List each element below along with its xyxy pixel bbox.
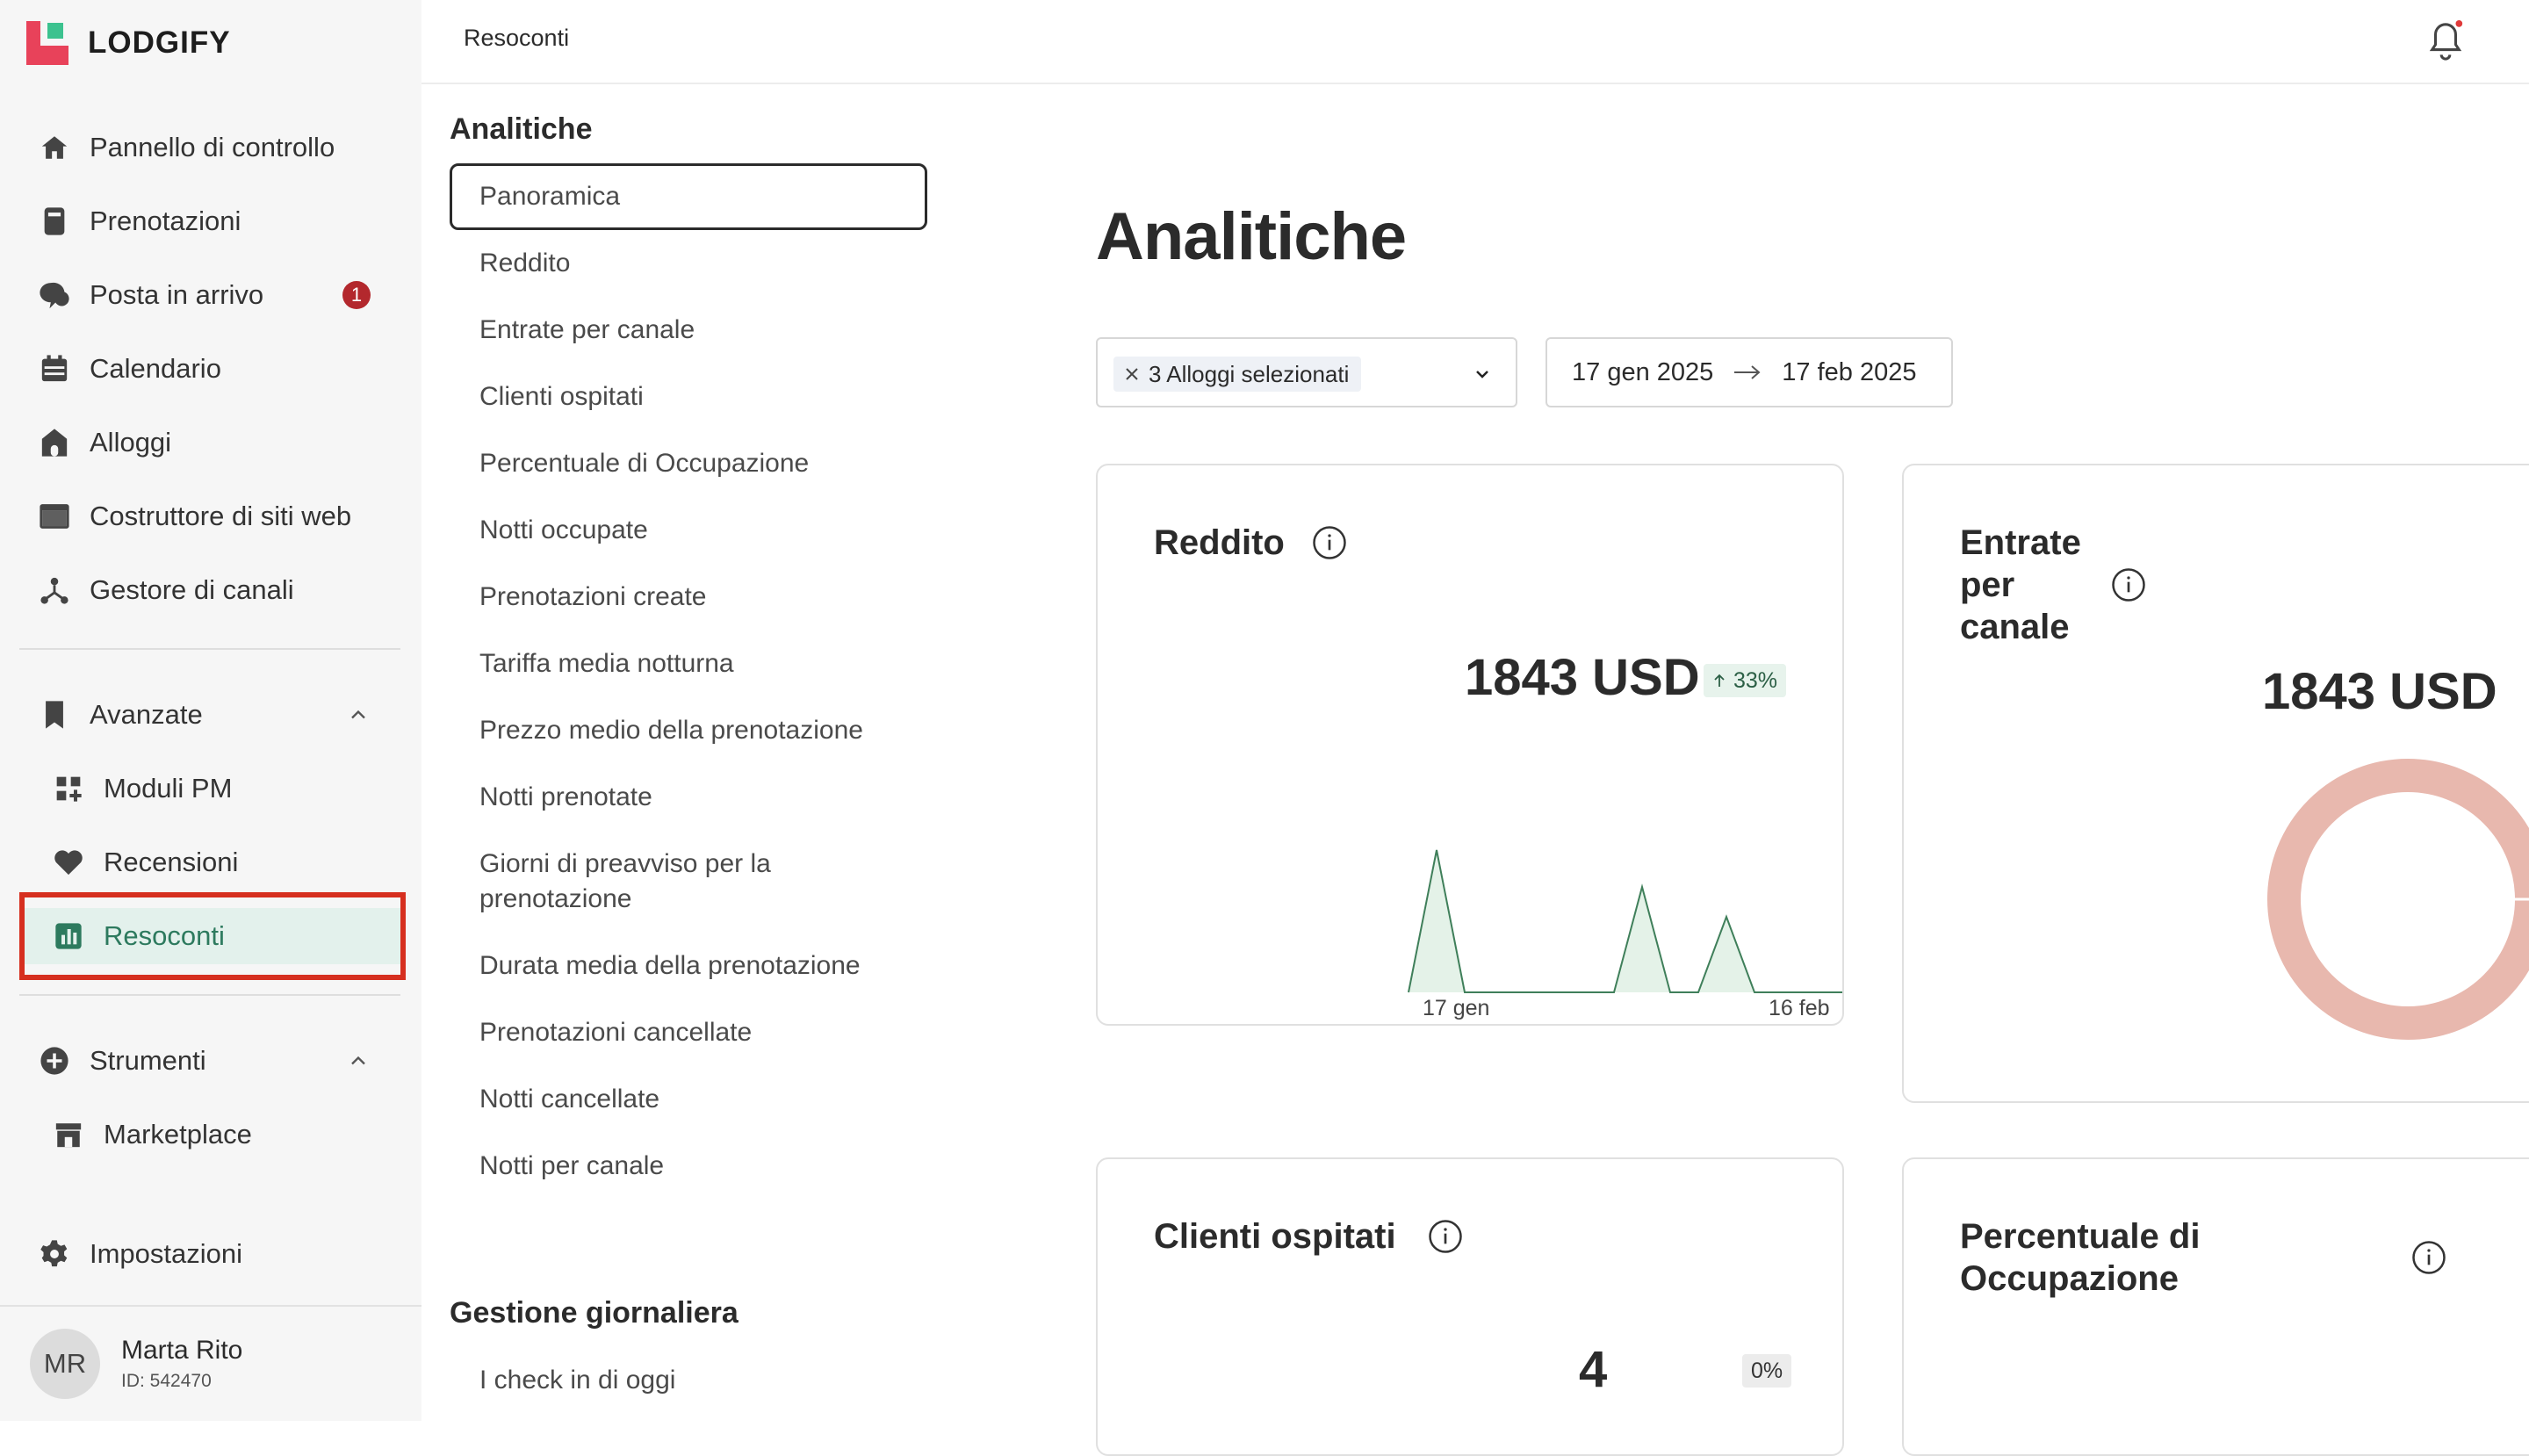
subnav-item-nights-booked[interactable]: Notti prenotate (479, 780, 971, 815)
network-icon (39, 574, 70, 606)
subnav-item-lead-time[interactable]: Giorni di preavviso per la prenotazione (479, 847, 813, 917)
subnav-item-nights-by-channel[interactable]: Notti per canale (479, 1149, 971, 1184)
sidebar-item-label: Posta in arrivo (90, 279, 264, 310)
sidebar-item-label: Moduli PM (104, 773, 233, 804)
channel-donut-chart (2267, 759, 2529, 1040)
property-filter-select[interactable]: 3 Alloggi selezionati (1096, 337, 1517, 407)
card-title: Percentuale di Occupazione (1960, 1217, 2201, 1298)
subnav-item-bookings-created[interactable]: Prenotazioni create (479, 580, 971, 615)
sidebar-item-label: Pannello di controllo (90, 132, 335, 162)
sidebar-item-label: Gestore di canali (90, 574, 294, 605)
channel-revenue-card[interactable]: Entrate per canale 1843 USD (1902, 464, 2529, 1103)
chevron-up-icon (351, 1056, 365, 1065)
revenue-sparkline (1408, 849, 1842, 993)
top-bar: Resoconti (422, 0, 2529, 84)
sidebar-item-label: Recensioni (104, 847, 239, 877)
subnav-item-cancelled-bookings[interactable]: Prenotazioni cancellate (479, 1015, 971, 1050)
subnav-item-occupied-nights[interactable]: Notti occupate (479, 513, 971, 548)
store-icon (53, 1119, 84, 1150)
browser-icon (39, 501, 70, 532)
breadcrumb: Resoconti (464, 25, 570, 51)
house-icon (39, 427, 70, 458)
sidebar-item-website-builder[interactable]: Costruttore di siti web (19, 488, 402, 544)
subnav-item-avg-stay[interactable]: Durata media della prenotazione (479, 948, 971, 984)
sidebar-item-channel-manager[interactable]: Gestore di canali (19, 562, 402, 618)
subnav-section-title: Gestione giornaliera (450, 1296, 739, 1330)
gear-icon (39, 1238, 70, 1270)
sidebar-item-bookings[interactable]: Prenotazioni (19, 193, 402, 249)
book-icon (39, 205, 70, 237)
sidebar-item-label: Impostazioni (90, 1238, 243, 1269)
sidebar-item-label: Alloggi (90, 427, 172, 458)
arrow-right-icon (1734, 365, 1761, 379)
home-icon (39, 132, 70, 163)
chevron-up-icon (351, 710, 365, 719)
date-start: 17 gen 2025 (1572, 357, 1714, 386)
sidebar-item-label: Calendario (90, 353, 221, 384)
close-icon[interactable] (1124, 366, 1140, 382)
sidebar-divider (19, 648, 400, 650)
sidebar-section-label: Strumenti (90, 1045, 206, 1076)
sidebar-item-label: Prenotazioni (90, 205, 241, 236)
sidebar-item-settings[interactable]: Impostazioni (19, 1226, 402, 1282)
subnav-item-cancelled-nights[interactable]: Notti cancellate (479, 1082, 971, 1117)
calendar-icon (39, 353, 70, 385)
notification-bell-icon[interactable] (2425, 19, 2466, 63)
guests-delta-badge: 0% (1742, 1354, 1792, 1388)
x-axis-start-label: 17 gen (1423, 996, 1490, 1020)
subnav-section-title: Analitiche (450, 112, 593, 146)
sidebar-item-properties[interactable]: Alloggi (19, 414, 402, 471)
grid-plus-icon (53, 773, 84, 804)
subnav-item-avg-nightly-rate[interactable]: Tariffa media notturna (479, 646, 971, 681)
sidebar-item-dashboard[interactable]: Pannello di controllo (19, 119, 402, 176)
subnav-item-overview[interactable]: Panoramica (479, 179, 971, 214)
brand-logo[interactable]: LODGIFY (26, 21, 231, 65)
sidebar-item-reviews[interactable]: Recensioni (19, 834, 402, 890)
sidebar-item-calendar[interactable]: Calendario (19, 341, 402, 397)
active-item-highlight (19, 892, 406, 980)
sidebar-item-label: Marketplace (104, 1119, 252, 1150)
chip-label: 3 Alloggi selezionati (1149, 360, 1350, 387)
sidebar: LODGIFY Pannello di controllo Prenotazio… (0, 0, 422, 1421)
subnav-item-occupancy[interactable]: Percentuale di Occupazione (479, 446, 971, 481)
inbox-badge: 1 (342, 281, 371, 309)
sidebar-section-tools[interactable]: Strumenti (19, 1033, 402, 1089)
info-icon[interactable] (2411, 1240, 2446, 1275)
subnav-item-todays-checkins[interactable]: I check in di oggi (479, 1363, 971, 1398)
subnav-item-channel-revenue[interactable]: Entrate per canale (479, 313, 971, 348)
chevron-down-icon (1476, 371, 1488, 378)
sidebar-item-label: Costruttore di siti web (90, 501, 352, 531)
subnav-item-avg-booking-price[interactable]: Prezzo medio della prenotazione (479, 713, 971, 748)
subnav-item-guests[interactable]: Clienti ospitati (479, 379, 971, 414)
sidebar-item-inbox[interactable]: Posta in arrivo 1 (19, 267, 402, 323)
page-title: Analitiche (1096, 199, 1407, 274)
subnav-item-revenue[interactable]: Reddito (479, 246, 971, 281)
guests-value: 4 (1579, 1341, 1608, 1398)
avatar: MR (30, 1329, 100, 1399)
chat-icon (39, 279, 70, 311)
occupancy-card[interactable]: Percentuale di Occupazione (1902, 1157, 2529, 1456)
guests-card[interactable]: Clienti ospitati 4 0% (1096, 1157, 1844, 1456)
sidebar-section-label: Avanzate (90, 699, 203, 730)
sidebar-divider (19, 994, 400, 996)
lodgify-logo-icon (26, 21, 68, 65)
revenue-card[interactable]: Reddito 1843 USD 33% 17 gen 16 feb (1096, 464, 1844, 1026)
brand-name: LODGIFY (88, 25, 231, 60)
user-id: ID: 542470 (121, 1371, 212, 1391)
heart-icon (53, 847, 84, 878)
plus-circle-icon (39, 1045, 70, 1077)
analytics-subnav: Analitiche Panoramica Reddito Entrate pe… (422, 84, 966, 1421)
date-end: 17 feb 2025 (1782, 357, 1917, 386)
user-name: Marta Rito (121, 1336, 243, 1365)
date-range-picker[interactable]: 17 gen 2025 17 feb 2025 (1546, 337, 1953, 407)
user-profile[interactable]: MR Marta Rito ID: 542470 (0, 1305, 422, 1421)
sidebar-item-marketplace[interactable]: Marketplace (19, 1106, 402, 1163)
sidebar-item-pm-modules[interactable]: Moduli PM (19, 760, 402, 817)
info-icon[interactable] (1428, 1219, 1463, 1254)
selected-properties-chip[interactable]: 3 Alloggi selezionati (1113, 357, 1362, 392)
x-axis-end-label: 16 feb (1769, 996, 1830, 1020)
bookmark-icon (39, 699, 70, 731)
card-title: Clienti ospitati (1154, 1217, 1396, 1256)
sidebar-section-advanced[interactable]: Avanzate (19, 687, 402, 743)
